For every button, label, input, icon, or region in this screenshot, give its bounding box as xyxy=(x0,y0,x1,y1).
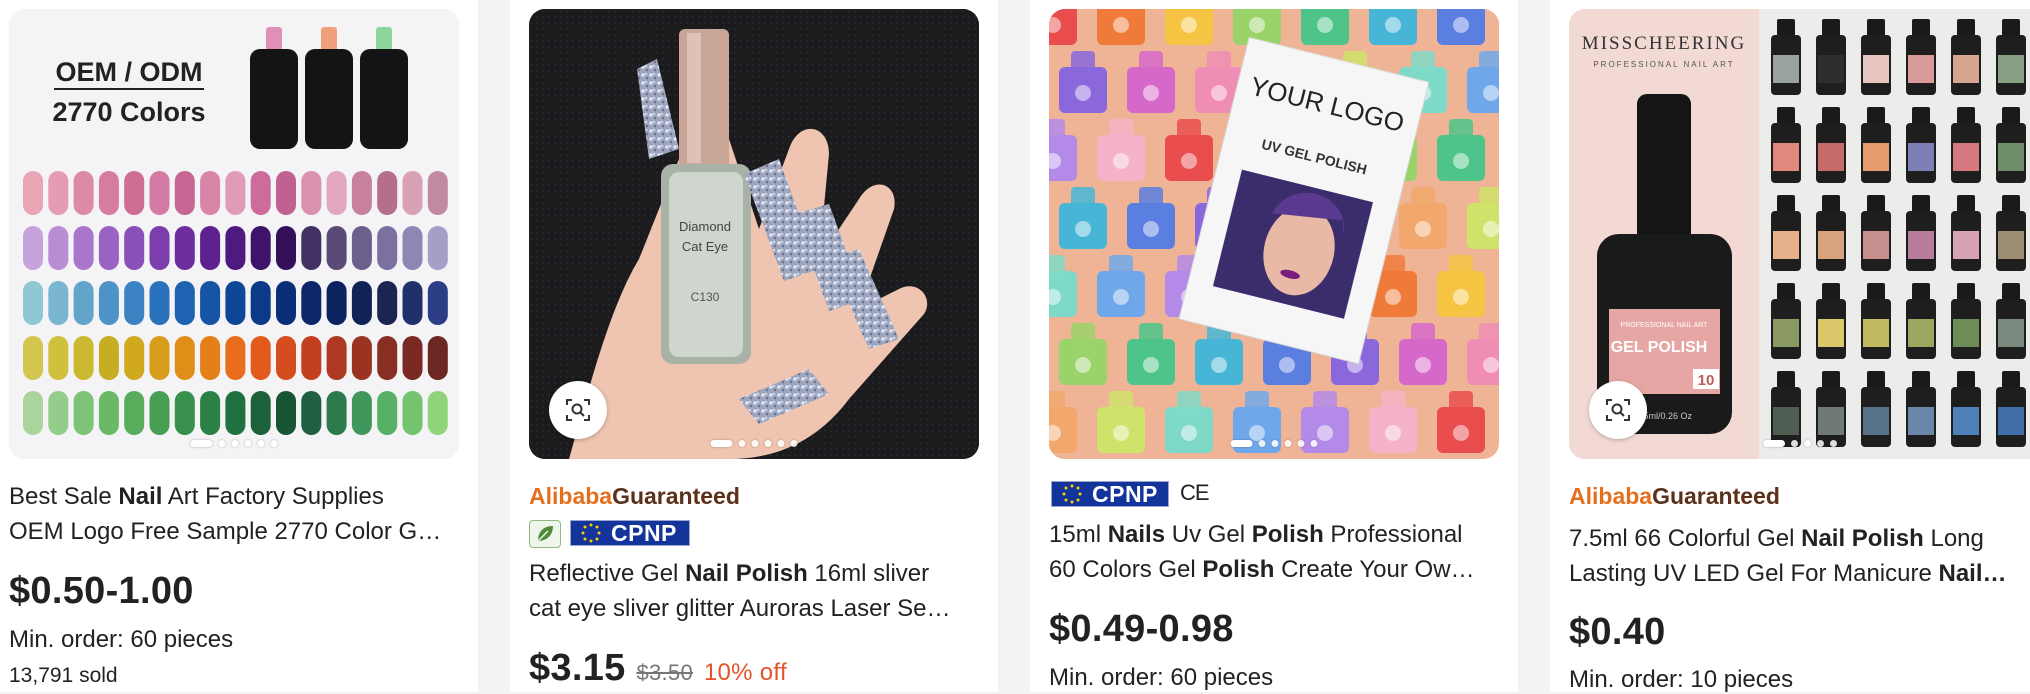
color-bottles-graphic: YOUR LOGO UV GEL POLISH xyxy=(1049,9,1499,459)
sold-count-1: 13,791 sold xyxy=(9,664,118,687)
product-title-4-line1[interactable]: 7.5ml 66 Colorful Gel Nail Polish Long xyxy=(1569,521,2009,556)
product-image-4[interactable]: MISSCHEERING PROFESSIONAL NAIL ART PROFE… xyxy=(1569,9,2030,459)
brand-text: MISSCHEERING xyxy=(1582,33,1746,54)
cpnp-text: CPNP xyxy=(611,519,677,546)
product-title-3-line1[interactable]: 15ml Nails Uv Gel Polish Professional xyxy=(1049,517,1501,552)
carousel-dots-4[interactable] xyxy=(1762,440,1837,447)
cpnp-badge-3: CPNP xyxy=(1051,481,1169,507)
swatch-chart-graphic: OEM / ODM 2770 Colors xyxy=(9,9,459,459)
bottle-label-2: Cat Eye xyxy=(682,239,728,254)
product-price-1: $0.50-1.00 xyxy=(9,570,194,612)
product-title-1-line1[interactable]: Best Sale Nail Art Factory Supplies xyxy=(9,479,461,514)
product-image-2[interactable]: Diamond Cat Eye C130 xyxy=(529,9,979,459)
product-title-3[interactable]: 15ml Nails Uv Gel Polish Professional 60… xyxy=(1049,517,1501,587)
carousel-dots-2[interactable] xyxy=(710,440,798,447)
product-card-1[interactable]: OEM / ODM 2770 Colors Best Sale Nail Art… xyxy=(0,0,478,692)
product-title-2-line1[interactable]: Reflective Gel Nail Polish 16ml sliver xyxy=(529,556,981,591)
visual-search-button-4[interactable] xyxy=(1589,381,1647,439)
product-title-1[interactable]: Best Sale Nail Art Factory Supplies OEM … xyxy=(9,479,461,549)
carousel-dots-1[interactable] xyxy=(190,440,278,447)
product-card-2[interactable]: Diamond Cat Eye C130 AlibabaGuaranteed C… xyxy=(510,0,998,692)
label-text: GEL POLISH xyxy=(1611,339,1708,356)
image-headline-2: 2770 Colors xyxy=(52,97,205,127)
rohs-badge-2 xyxy=(529,520,561,548)
alibaba-guaranteed-badge-2: AlibabaGuaranteed xyxy=(529,483,740,510)
min-order-1: Min. order: 60 pieces xyxy=(9,626,234,653)
product-title-2[interactable]: Reflective Gel Nail Polish 16ml sliver c… xyxy=(529,556,981,626)
shade-number: 10 xyxy=(1698,372,1715,389)
min-order-4: Min. order: 10 pieces xyxy=(1569,666,1794,693)
product-image-1[interactable]: OEM / ODM 2770 Colors xyxy=(9,9,459,459)
product-title-3-line2[interactable]: 60 Colors Gel Polish Create Your Ow… xyxy=(1049,552,1501,587)
current-price-2: $3.15 xyxy=(529,647,626,689)
cpnp-badge-2: CPNP xyxy=(570,520,690,546)
discount-2: 10% off xyxy=(703,659,787,686)
product-price-2: $3.15 $3.50 10% off xyxy=(529,647,787,690)
product-card-3[interactable]: YOUR LOGO UV GEL POLISH CPNP CE 15ml Nai… xyxy=(1030,0,1518,692)
label-subtext: PROFESSIONAL NAIL ART xyxy=(1621,322,1709,329)
product-price-3: $0.49-0.98 xyxy=(1049,608,1234,650)
visual-search-button-2[interactable] xyxy=(549,381,607,439)
product-title-2-line2[interactable]: cat eye sliver glitter Auroras Laser Se… xyxy=(529,591,981,626)
image-search-icon xyxy=(566,399,590,421)
product-card-4[interactable]: MISSCHEERING PROFESSIONAL NAIL ART PROFE… xyxy=(1550,0,2030,693)
min-order-3: Min. order: 60 pieces xyxy=(1049,664,1274,691)
carousel-dots-3[interactable] xyxy=(1230,440,1318,447)
image-headline-1: OEM / ODM xyxy=(56,57,203,87)
eu-stars-icon xyxy=(571,521,611,545)
guarantee-word: Guaranteed xyxy=(1652,483,1780,509)
product-title-4-line2[interactable]: Lasting UV LED Gel For Manicure Nail… xyxy=(1569,556,2009,591)
eu-stars-icon xyxy=(1052,482,1092,506)
bottle-label-1: Diamond xyxy=(679,219,731,234)
guarantee-brand: Alibaba xyxy=(1569,483,1653,509)
cpnp-text: CPNP xyxy=(1092,480,1158,507)
product-image-3[interactable]: YOUR LOGO UV GEL POLISH xyxy=(1049,9,1499,459)
original-price-2: $3.50 xyxy=(636,660,694,685)
guarantee-brand: Alibaba xyxy=(529,483,613,509)
product-price-4: $0.40 xyxy=(1569,611,1666,653)
guarantee-word: Guaranteed xyxy=(612,483,740,509)
ce-mark-3: CE xyxy=(1180,480,1210,505)
brand-subtext: PROFESSIONAL NAIL ART xyxy=(1593,60,1734,69)
leaf-icon xyxy=(537,526,553,542)
product-title-4[interactable]: 7.5ml 66 Colorful Gel Nail Polish Long L… xyxy=(1569,521,2009,591)
bottle-label-3: C130 xyxy=(691,290,720,304)
product-title-1-line2[interactable]: OEM Logo Free Sample 2770 Color G… xyxy=(9,514,461,549)
image-search-icon xyxy=(1606,399,1630,421)
alibaba-guaranteed-badge-4: AlibabaGuaranteed xyxy=(1569,483,1780,510)
